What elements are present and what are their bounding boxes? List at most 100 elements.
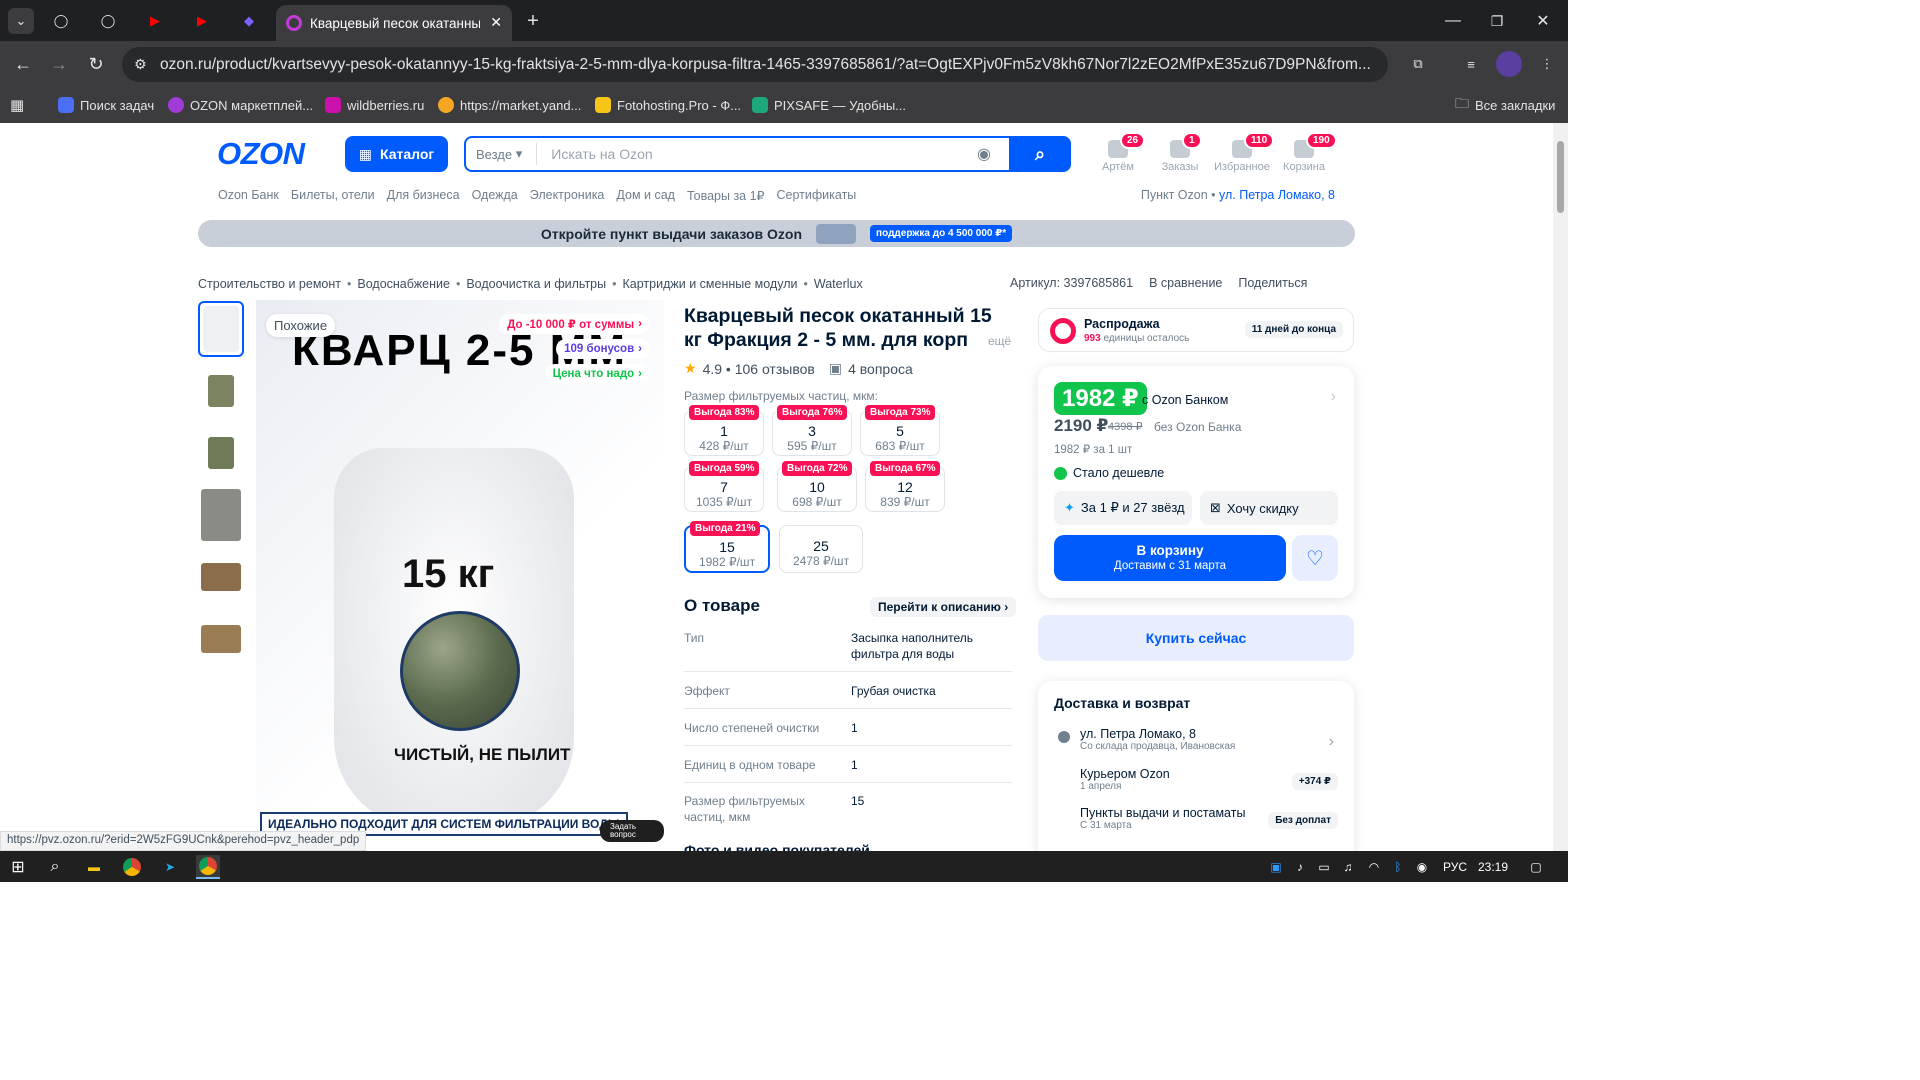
subnav-one-ruble[interactable]: Товары за 1₽	[687, 188, 765, 203]
promo-banner[interactable]: Откройте пункт выдачи заказов Ozon подде…	[198, 220, 1355, 247]
active-tab[interactable]: Кварцевый песок окатанный ✕	[276, 5, 512, 41]
page-scrollbar[interactable]	[1553, 123, 1568, 851]
tab-ozon-icon[interactable]: ◯	[48, 8, 74, 34]
chrome-icon[interactable]	[120, 855, 144, 879]
media-icon[interactable]: ≡	[1458, 51, 1484, 77]
breadcrumb-item[interactable]: Водоснабжение	[357, 277, 450, 291]
apps-icon[interactable]: ▦	[10, 94, 24, 116]
keyboard-language[interactable]: РУС	[1443, 860, 1467, 874]
tray-battery-icon[interactable]: ▭	[1312, 855, 1336, 879]
pickup-point[interactable]: Пункт Ozon • ул. Петра Ломако, 8	[1141, 188, 1335, 202]
tray-volume-icon[interactable]: ♪	[1288, 855, 1312, 879]
product-image[interactable]: КВАРЦ 2-5 ММ 15 кг ЧИСТЫЙ, НЕ ПЫЛИТ ИДЕА…	[256, 300, 664, 848]
size-option[interactable]: Выгода 59% 7 1035 ₽/шт	[684, 461, 764, 512]
subnav-business[interactable]: Для бизнеса	[387, 188, 460, 203]
chevron-right-icon[interactable]: ›	[1329, 733, 1334, 751]
thumbnail[interactable]	[198, 611, 244, 667]
size-option[interactable]: Выгода 83% 1 428 ₽/шт	[684, 405, 764, 456]
promo-bonus-badge[interactable]: 109 бонусов ›	[556, 339, 650, 359]
profile-link[interactable]: 26 Артём	[1086, 132, 1150, 173]
tray-wifi-icon[interactable]: ◠	[1362, 855, 1386, 879]
site-info-icon[interactable]: ⚙	[134, 56, 147, 73]
bookmark-item[interactable]: OZON маркетплей...	[168, 94, 313, 116]
tab-search-button[interactable]: ⌄	[8, 8, 34, 34]
chrome-active-icon[interactable]	[196, 855, 220, 879]
minimize-icon[interactable]: —	[1440, 8, 1466, 34]
similar-button[interactable]: Похожие	[266, 314, 336, 337]
camera-icon[interactable]: ◉	[977, 144, 991, 164]
tab-youtube-icon[interactable]: ▶	[142, 8, 168, 34]
delivery-address[interactable]: ул. Петра Ломако, 8 Со склада продавца, И…	[1080, 727, 1235, 752]
subnav-certificates[interactable]: Сертификаты	[777, 188, 857, 203]
back-icon[interactable]: ←	[10, 51, 36, 77]
thumbnail[interactable]	[198, 301, 244, 357]
menu-icon[interactable]: ⋮	[1534, 51, 1560, 77]
size-option[interactable]: Выгода 72% 10 698 ₽/шт	[777, 461, 857, 512]
sale-box[interactable]: Распродажа 993 единицы осталось 11 дней …	[1038, 308, 1354, 352]
close-tab-icon[interactable]: ✕	[490, 14, 502, 31]
size-option[interactable]: 25 2478 ₽/шт	[779, 525, 863, 573]
chevron-right-icon[interactable]: ›	[1331, 388, 1336, 406]
tab-youtube-icon-2[interactable]: ▶	[189, 8, 215, 34]
restore-icon[interactable]: ❐	[1484, 8, 1510, 34]
goto-description-button[interactable]: Перейти к описанию ›	[870, 597, 1017, 617]
telegram-icon[interactable]: ➤	[158, 855, 182, 879]
breadcrumb-item[interactable]: Водоочистка и фильтры	[466, 277, 606, 291]
bookmark-item[interactable]: Fotohosting.Pro - Ф...	[595, 94, 741, 116]
tab-shield-icon[interactable]: ◆	[236, 8, 262, 34]
subnav-electronics[interactable]: Электроника	[530, 188, 605, 203]
size-option[interactable]: Выгода 73% 5 683 ₽/шт	[860, 405, 940, 456]
thumbnail[interactable]	[198, 487, 244, 543]
url-input[interactable]: ⚙ ozon.ru/product/kvartsevyy-pesok-okata…	[122, 47, 1388, 82]
windows-start-icon[interactable]: ⊞	[6, 855, 30, 879]
size-option[interactable]: Выгода 67% 12 839 ₽/шт	[865, 461, 945, 512]
favorite-heart-icon[interactable]: ♡	[1292, 535, 1338, 581]
size-option-selected[interactable]: Выгода 21% 15 1982 ₽/шт	[684, 521, 770, 573]
search-input[interactable]: Искать на Ozon	[537, 146, 977, 162]
catalog-button[interactable]: ▦ Каталог	[345, 136, 448, 172]
scrollbar-thumb[interactable]	[1557, 141, 1564, 213]
notification-icon[interactable]: ▢	[1524, 855, 1548, 879]
title-more-link[interactable]: ещё	[988, 334, 1011, 348]
tray-bluetooth-icon[interactable]: ᛒ	[1386, 855, 1410, 879]
subnav-tickets[interactable]: Билеты, отели	[291, 188, 375, 203]
all-bookmarks[interactable]: 🗀 Все закладки	[1455, 94, 1555, 116]
breadcrumb-item[interactable]: Картриджи и сменные модули	[623, 277, 798, 291]
subnav-home[interactable]: Дом и сад	[616, 188, 675, 203]
tray-chrome-icon[interactable]: ◉	[1410, 855, 1434, 879]
search-bar[interactable]: Везде ▾ Искать на Ozon ◉ ⌕	[464, 136, 1071, 172]
orders-link[interactable]: 1 Заказы	[1148, 132, 1212, 173]
profile-avatar[interactable]	[1496, 51, 1522, 77]
promo-sum-badge[interactable]: До -10 000 ₽ от суммы ›	[499, 314, 650, 334]
ozon-logo[interactable]: OZON	[217, 136, 305, 172]
tray-network-icon[interactable]: ▣	[1264, 855, 1288, 879]
share-button[interactable]: Поделиться	[1238, 276, 1307, 290]
thumbnail[interactable]	[198, 549, 244, 605]
tray-speaker-icon[interactable]: ♫	[1336, 855, 1360, 879]
ask-question-button[interactable]: Задать вопрос	[600, 820, 664, 842]
reload-icon[interactable]: ↻	[83, 51, 109, 77]
search-icon[interactable]: ⌕	[43, 855, 67, 879]
tab-ozon-icon-2[interactable]: ◯	[95, 8, 121, 34]
forward-icon[interactable]: →	[46, 51, 72, 77]
cart-link[interactable]: 190 Корзина	[1272, 132, 1337, 173]
article-number[interactable]: Артикул: 3397685861	[1010, 276, 1133, 290]
clock[interactable]: 23:19	[1478, 860, 1508, 874]
compare-button[interactable]: В сравнение	[1149, 276, 1222, 290]
promo-price-badge[interactable]: Цена что надо ›	[544, 364, 650, 384]
breadcrumb-item[interactable]: Waterlux	[814, 277, 863, 291]
file-explorer-icon[interactable]: ▬	[82, 855, 106, 879]
extensions-icon[interactable]: ⧉	[1405, 51, 1431, 77]
want-discount-chip[interactable]: ⊠ Хочу скидку	[1200, 491, 1338, 525]
window-close-icon[interactable]: ✕	[1530, 8, 1556, 34]
bookmark-item[interactable]: https://market.yand...	[438, 94, 581, 116]
search-button[interactable]: ⌕	[1009, 136, 1071, 172]
bookmark-item[interactable]: Поиск задач	[58, 94, 154, 116]
rating-row[interactable]: ★ 4.9 • 106 отзывов ▣ 4 вопроса	[684, 360, 913, 377]
buy-now-button[interactable]: Купить сейчас	[1038, 615, 1354, 661]
cheaper-row[interactable]: Стало дешевле	[1054, 466, 1164, 480]
subnav-clothes[interactable]: Одежда	[472, 188, 518, 203]
thumbnail[interactable]	[198, 363, 244, 419]
bookmark-item[interactable]: wildberries.ru	[325, 94, 424, 116]
bookmark-item[interactable]: PIXSAFE — Удобны...	[752, 94, 906, 116]
